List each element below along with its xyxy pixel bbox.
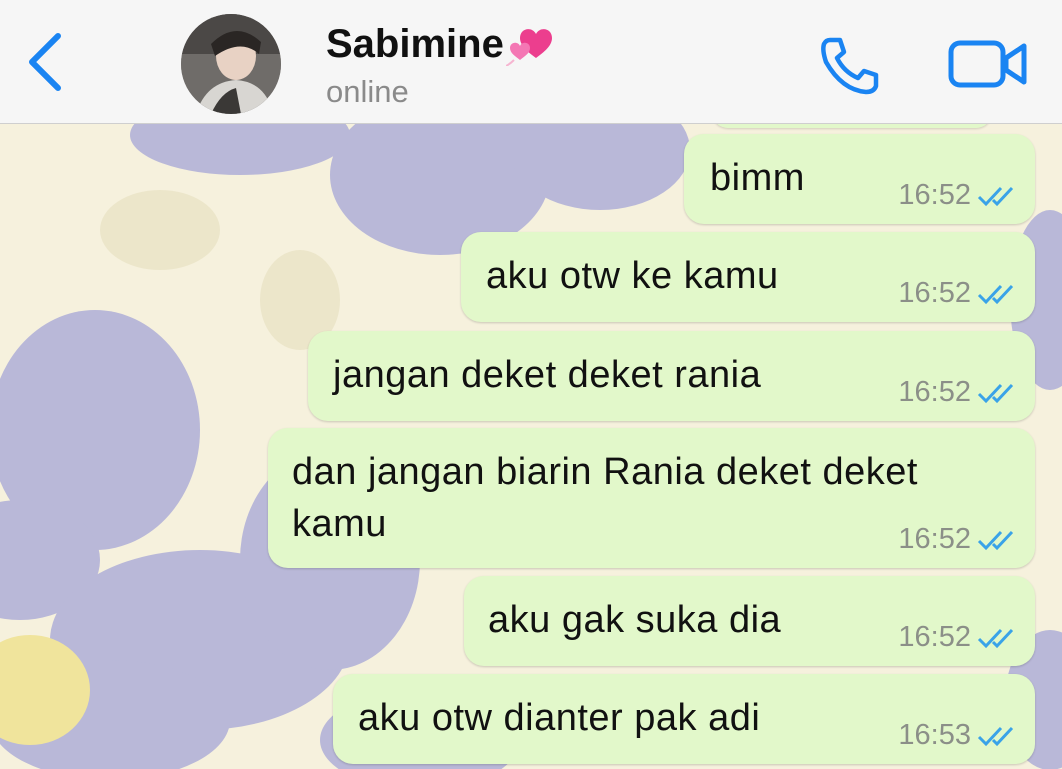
double-check-icon bbox=[977, 383, 1014, 403]
message-meta: 16:52 bbox=[898, 179, 1021, 212]
message-bubble[interactable]: bimm 16:52 bbox=[684, 134, 1035, 224]
message-bubble[interactable]: jangan deket deket rania 16:52 bbox=[308, 331, 1035, 421]
chat-header: Sabimine online bbox=[0, 0, 1062, 124]
chat-screen: Sabimine online bimm 16:52 aku otw ke ka… bbox=[0, 0, 1062, 769]
message-text: dan jangan biarin Rania deket deket kamu bbox=[292, 451, 918, 545]
phone-icon[interactable] bbox=[816, 34, 882, 96]
contact-name[interactable]: Sabimine bbox=[326, 22, 554, 67]
two-hearts-emoji-icon bbox=[505, 29, 552, 67]
message-text: aku otw ke kamu bbox=[486, 255, 779, 297]
double-check-icon bbox=[977, 530, 1014, 550]
video-camera-icon[interactable] bbox=[948, 38, 1028, 90]
message-text: bimm bbox=[710, 157, 805, 199]
message-time: 16:52 bbox=[898, 376, 971, 408]
message-text: aku gak suka dia bbox=[488, 599, 782, 641]
double-check-icon bbox=[977, 284, 1014, 304]
message-time: 16:52 bbox=[898, 277, 971, 309]
contact-status: online bbox=[326, 74, 409, 109]
message-meta: 16:52 bbox=[898, 621, 1021, 654]
message-text: aku otw dianter pak adi bbox=[358, 697, 761, 739]
double-check-icon bbox=[977, 726, 1014, 746]
message-meta: 16:53 bbox=[898, 719, 1021, 752]
message-time: 16:52 bbox=[898, 523, 971, 555]
message-bubble[interactable]: aku otw ke kamu 16:52 bbox=[461, 232, 1035, 322]
message-meta: 16:52 bbox=[898, 523, 1021, 556]
message-meta: 16:52 bbox=[898, 376, 1021, 409]
message-time: 16:52 bbox=[898, 179, 971, 211]
message-bubble[interactable]: aku gak suka dia 16:52 bbox=[464, 576, 1035, 666]
contact-name-text: Sabimine bbox=[326, 22, 504, 66]
message-text: jangan deket deket rania bbox=[333, 354, 762, 396]
message-meta: 16:52 bbox=[898, 277, 1021, 310]
avatar-photo bbox=[181, 14, 281, 114]
message-bubble[interactable]: dan jangan biarin Rania deket deket kamu… bbox=[268, 428, 1035, 568]
message-time: 16:52 bbox=[898, 621, 971, 653]
avatar[interactable] bbox=[181, 14, 281, 114]
double-check-icon bbox=[977, 628, 1014, 648]
chevron-left-icon[interactable] bbox=[22, 30, 70, 94]
message-bubble[interactable]: aku otw dianter pak adi 16:53 bbox=[333, 674, 1035, 764]
double-check-icon bbox=[977, 186, 1014, 206]
message-time: 16:53 bbox=[898, 719, 971, 751]
